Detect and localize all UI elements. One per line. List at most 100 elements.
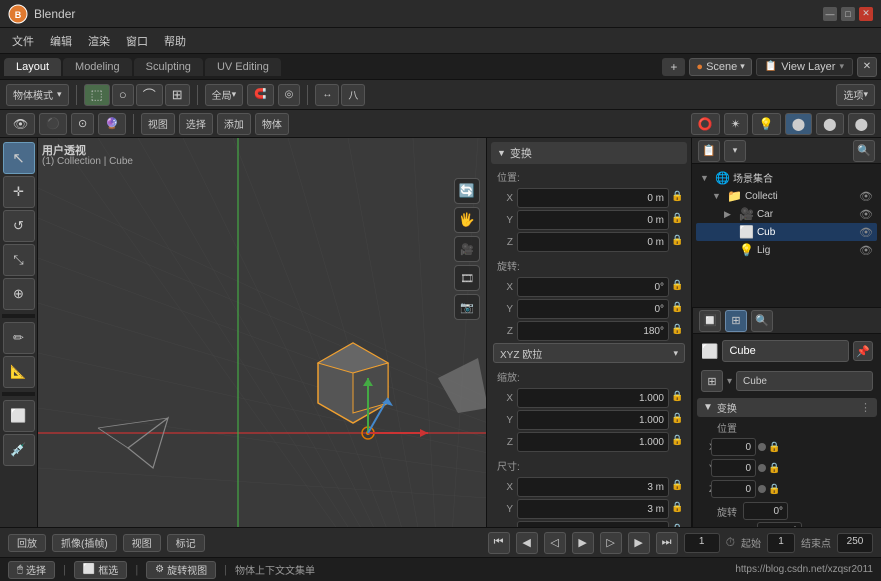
- minimize-button[interactable]: —: [823, 7, 837, 21]
- jump-end-button[interactable]: ⏭: [656, 532, 678, 554]
- props-pos-z-dot[interactable]: [758, 485, 766, 493]
- props-pos-x-lock[interactable]: 🔒: [768, 442, 780, 453]
- outliner-collection[interactable]: ▼ 📁 Collecti 👁: [696, 187, 877, 205]
- interpolation-menu[interactable]: 抓像(插帧): [52, 534, 117, 552]
- viewport[interactable]: X Y Z 用户透视 (1) Collection | Cube 🔄 🖐 🎥 🎞…: [38, 138, 486, 527]
- secondary-object-menu[interactable]: 物体: [255, 113, 289, 135]
- scale-z-input[interactable]: 1.000: [517, 432, 669, 452]
- current-frame-input[interactable]: 1: [684, 533, 720, 553]
- frame-select-btn[interactable]: ⬜ 框选: [74, 561, 127, 579]
- dim-z-input[interactable]: 3 m: [517, 521, 669, 527]
- proportional-edit[interactable]: ◎: [278, 84, 301, 106]
- tab-sculpting[interactable]: Sculpting: [134, 58, 203, 76]
- snap-toggle[interactable]: 🧲: [247, 84, 273, 106]
- close-button[interactable]: ✕: [859, 7, 873, 21]
- end-frame-input[interactable]: 250: [837, 533, 873, 553]
- pos-x-input[interactable]: 0 m: [517, 188, 669, 208]
- viewport-shading-4[interactable]: 🔮: [98, 113, 126, 135]
- mode-selector[interactable]: 物体模式 ▾: [6, 84, 69, 106]
- props-icon-mesh[interactable]: ⊞: [725, 310, 747, 332]
- props-icon-object[interactable]: 🔲: [699, 310, 721, 332]
- eyedropper-tool[interactable]: 💉: [3, 434, 35, 466]
- props-pos-z-lock[interactable]: 🔒: [768, 484, 780, 495]
- move-tool-btn[interactable]: ✛: [3, 176, 35, 208]
- props-search[interactable]: 🔍: [751, 310, 773, 332]
- props-rot-x-field[interactable]: 0°: [743, 502, 788, 520]
- select-lasso-tool[interactable]: ⌒: [136, 84, 163, 106]
- viewport-shading-3[interactable]: ⊙: [71, 113, 94, 135]
- dim-x-lock[interactable]: 🔒: [671, 480, 685, 494]
- prev-frame-button[interactable]: ◀: [516, 532, 538, 554]
- pos-x-lock[interactable]: 🔒: [671, 191, 685, 205]
- tab-modeling[interactable]: Modeling: [63, 58, 132, 76]
- scale-x-input[interactable]: 1.000: [517, 388, 669, 408]
- select-circle-tool[interactable]: ○: [112, 84, 134, 106]
- orbit-button[interactable]: 🔄: [454, 178, 480, 204]
- props-pos-x-field[interactable]: 0: [711, 438, 756, 456]
- scene-collection-item[interactable]: ▼ 🌐 场景集合: [696, 168, 877, 187]
- menu-item-file[interactable]: 文件: [4, 31, 42, 51]
- dim-y-input[interactable]: 3 m: [517, 499, 669, 519]
- pin-button[interactable]: 📌: [853, 341, 873, 361]
- add-workspace-button[interactable]: +: [662, 58, 685, 76]
- secondary-select-menu[interactable]: 选择: [179, 113, 213, 135]
- next-frame-button[interactable]: ▶: [628, 532, 650, 554]
- props-pos-y-field[interactable]: 0: [711, 459, 756, 477]
- gizmo-btn[interactable]: ✴: [724, 113, 748, 135]
- select-status-btn[interactable]: 🖱 选择: [8, 561, 55, 579]
- viewport-shading-2[interactable]: ⚫: [39, 113, 67, 135]
- scale-z-lock[interactable]: 🔒: [671, 435, 685, 449]
- camera-button[interactable]: 🎥: [454, 236, 480, 262]
- annotate-tool[interactable]: ✏: [3, 322, 35, 354]
- object-name-field[interactable]: Cube: [722, 340, 849, 362]
- dim-x-input[interactable]: 3 m: [517, 477, 669, 497]
- props-rot-y-field[interactable]: 0°: [757, 522, 802, 527]
- timeline-markers-menu[interactable]: 标记: [167, 534, 205, 552]
- shading-mode-material[interactable]: ⬤: [816, 113, 843, 135]
- pan-button[interactable]: 🖐: [454, 207, 480, 233]
- rot-z-lock[interactable]: 🔒: [671, 324, 685, 338]
- pos-z-input[interactable]: 0 m: [517, 232, 669, 252]
- pos-y-input[interactable]: 0 m: [517, 210, 669, 230]
- move-tool[interactable]: ↔: [315, 84, 339, 106]
- viewport-shading-1[interactable]: 👁: [6, 113, 35, 135]
- mesh-icon[interactable]: ⊞: [701, 370, 723, 392]
- outliner-light[interactable]: 💡 Lig 👁: [696, 241, 877, 259]
- menu-item-window[interactable]: 窗口: [118, 31, 156, 51]
- rot-x-lock[interactable]: 🔒: [671, 280, 685, 294]
- viewport-overlay-btn[interactable]: ⭕: [691, 113, 720, 135]
- tab-layout[interactable]: Layout: [4, 58, 61, 76]
- props-transform-menu[interactable]: ⋮: [860, 401, 871, 414]
- rotate-view-btn[interactable]: ⚙ 旋转视图: [146, 561, 216, 579]
- timeline-view-menu[interactable]: 视图: [123, 534, 161, 552]
- maximize-button[interactable]: □: [841, 7, 855, 21]
- scale-y-lock[interactable]: 🔒: [671, 413, 685, 427]
- menu-item-edit[interactable]: 编辑: [42, 31, 80, 51]
- props-pos-y-dot[interactable]: [758, 464, 766, 472]
- rotation-mode-dropdown[interactable]: XYZ 欧拉 ▾: [493, 343, 685, 363]
- select-drag-tool[interactable]: ⊞: [165, 84, 190, 106]
- outliner-filter-icon[interactable]: 🔍: [853, 140, 875, 162]
- jump-start-button[interactable]: ⏮: [488, 532, 510, 554]
- outliner-icon[interactable]: 📋: [698, 140, 720, 162]
- outliner-car[interactable]: ▶ 🎥 Car 👁: [696, 205, 877, 223]
- light-eye-icon[interactable]: 👁: [859, 244, 873, 257]
- measure-tool[interactable]: 📐: [3, 356, 35, 388]
- rot-z-input[interactable]: 180°: [517, 321, 669, 341]
- dim-y-lock[interactable]: 🔒: [671, 502, 685, 516]
- cube-eye-icon[interactable]: 👁: [859, 226, 873, 239]
- next-keyframe-button[interactable]: ▷: [600, 532, 622, 554]
- collection-eye-icon[interactable]: 👁: [859, 190, 873, 203]
- secondary-view-menu[interactable]: 视图: [141, 113, 175, 135]
- global-selector[interactable]: 全局 ▾: [205, 84, 244, 106]
- add-cube-tool[interactable]: ⬜: [3, 400, 35, 432]
- scale-y-input[interactable]: 1.000: [517, 410, 669, 430]
- pos-y-lock[interactable]: 🔒: [671, 213, 685, 227]
- scale-x-lock[interactable]: 🔒: [671, 391, 685, 405]
- select-box-tool[interactable]: ⬚: [84, 84, 110, 106]
- select-tool[interactable]: ↖: [3, 142, 35, 174]
- transform-panel-header[interactable]: ▼ 变换: [491, 142, 687, 164]
- outliner-cube[interactable]: ⬜ Cub 👁: [696, 223, 877, 241]
- viewport-shading-btn[interactable]: 💡: [752, 113, 781, 135]
- scale-tool-btn[interactable]: ⤡: [3, 244, 35, 276]
